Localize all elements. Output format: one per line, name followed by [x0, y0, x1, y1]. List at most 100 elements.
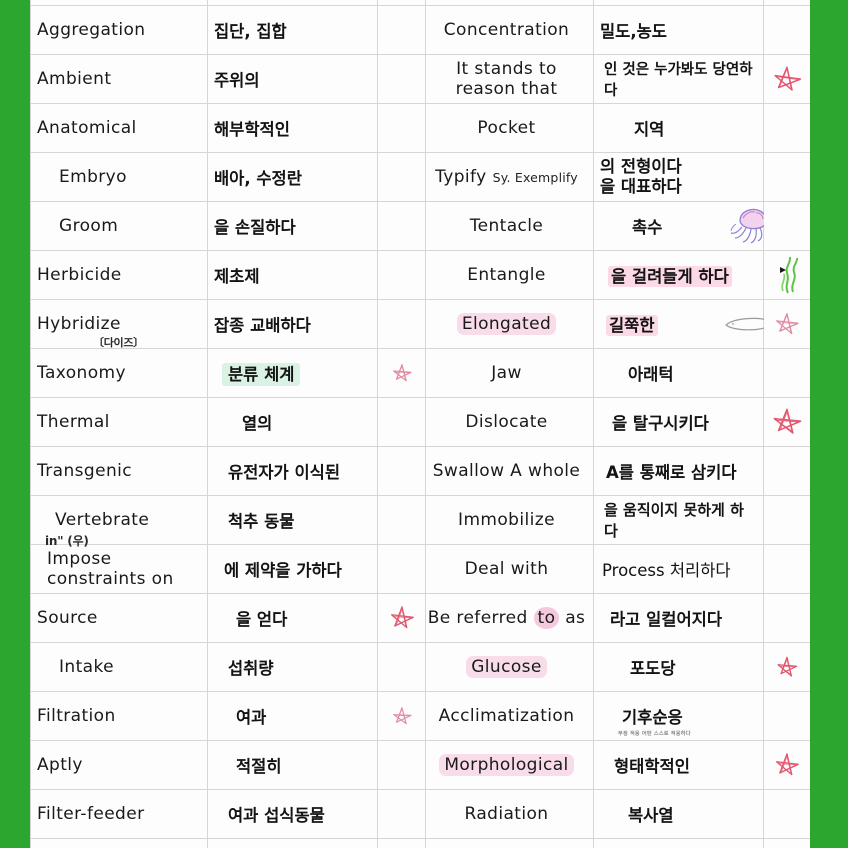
term-ko[interactable]: 을 움직이지 못하게 하다 — [593, 495, 764, 545]
star-cell[interactable] — [377, 642, 426, 692]
term-ko[interactable]: A를 통째로 삼키다 — [593, 446, 764, 496]
star-cell[interactable] — [763, 348, 810, 398]
star-cell[interactable] — [377, 152, 426, 202]
term-en[interactable]: Anatomical — [30, 103, 208, 153]
term-ko[interactable]: 제초제 — [207, 250, 378, 300]
term-en[interactable]: Pocket — [425, 103, 594, 153]
term-en-cell[interactable]: Morphological — [425, 740, 594, 790]
star-cell[interactable] — [377, 397, 426, 447]
star-cell[interactable] — [763, 5, 810, 55]
term-en-typify[interactable]: Typify Sy. Exemplify — [425, 152, 594, 202]
star-cell[interactable] — [763, 103, 810, 153]
term-ko[interactable]: 을 얻다 — [207, 593, 378, 643]
term-ko[interactable]: 인 것은 누가봐도 당연하다 — [593, 54, 764, 104]
term-en-cell[interactable]: Elongated — [425, 299, 594, 349]
term-en[interactable]: Groom — [30, 201, 208, 251]
term-en[interactable]: Tentacle — [425, 201, 594, 251]
term-ko[interactable]: 유전자가 이식된 — [207, 446, 378, 496]
term-en[interactable]: Aggregation — [30, 5, 208, 55]
star-cell[interactable] — [763, 397, 810, 447]
star-cell[interactable] — [763, 740, 810, 790]
term-ko[interactable]: 열의 — [207, 397, 378, 447]
term-ko[interactable]: 해부학적인 — [207, 103, 378, 153]
term-en[interactable]: Aptly — [30, 740, 208, 790]
star-cell[interactable] — [377, 789, 426, 839]
term-en[interactable]: Ambient — [30, 54, 208, 104]
star-cell[interactable] — [763, 299, 810, 349]
star-cell[interactable] — [763, 789, 810, 839]
term-en[interactable]: Acclimatization — [425, 691, 594, 741]
term-en-impose[interactable]: in" (우) Impose constraints on — [30, 534, 208, 594]
star-cell[interactable] — [377, 103, 426, 153]
term-ko[interactable]: 섭취량 — [207, 642, 378, 692]
star-cell[interactable] — [763, 201, 810, 251]
term-en[interactable]: Herbicide — [30, 250, 208, 300]
term-en[interactable]: Transgenic — [30, 446, 208, 496]
star-cell[interactable] — [763, 495, 810, 545]
star-cell[interactable] — [377, 299, 426, 349]
term-ko[interactable]: 주위의 — [207, 54, 378, 104]
star-cell[interactable] — [763, 54, 810, 104]
term-en[interactable]: Intake — [30, 642, 208, 692]
term-en[interactable]: Source — [30, 593, 208, 643]
term-en[interactable]: Dislocate — [425, 397, 594, 447]
term-ko[interactable]: 지역 — [593, 103, 764, 153]
term-ko[interactable]: 복사열 — [593, 789, 764, 839]
term-en[interactable]: Thermal — [30, 397, 208, 447]
term-en-cell[interactable]: Glucose — [425, 642, 594, 692]
star-cell[interactable] — [763, 691, 810, 741]
term-en[interactable]: Taxonomy — [30, 348, 208, 398]
term-ko[interactable]: 을 탈구시키다 — [593, 397, 764, 447]
star-cell[interactable] — [377, 250, 426, 300]
term-en[interactable]: Embryo — [30, 152, 208, 202]
term-ko-tentacle[interactable]: 촉수 — [593, 201, 767, 251]
term-en[interactable]: Immobilize — [425, 495, 594, 545]
term-en[interactable]: Swallow A whole — [425, 446, 594, 496]
star-cell[interactable] — [763, 446, 810, 496]
star-cell[interactable] — [377, 740, 426, 790]
star-cell[interactable] — [377, 54, 426, 104]
term-ko-cell[interactable]: 길쭉한 — [593, 299, 775, 349]
term-ko-accl[interactable]: 기후순응 부정 적응 어떤 스스로 적응하다 — [593, 691, 764, 741]
term-ko[interactable]: 라고 일컬어지다 — [593, 593, 764, 643]
star-cell[interactable] — [763, 152, 810, 202]
term-ko[interactable]: 을 손질하다 — [207, 201, 378, 251]
term-ko[interactable]: 아래턱 — [593, 348, 764, 398]
star-cell[interactable] — [377, 495, 426, 545]
term-en-cell[interactable]: Be referred to as — [425, 593, 594, 643]
term-ko[interactable]: 여과 — [207, 691, 378, 741]
term-ko-cell[interactable]: 분류 체계 — [207, 348, 378, 398]
term-ko-multiline[interactable]: 의 전형이다 을 대표하다 — [593, 152, 764, 202]
term-en[interactable]: It stands to reason that — [425, 54, 594, 104]
term-en[interactable]: Concentration — [425, 5, 594, 55]
star-cell[interactable] — [377, 691, 426, 741]
star-cell[interactable] — [377, 348, 426, 398]
term-ko[interactable]: 포도당 — [593, 642, 764, 692]
term-ko[interactable]: 적절히 — [207, 740, 378, 790]
term-en[interactable]: Jaw — [425, 348, 594, 398]
term-ko[interactable]: 배아, 수정란 — [207, 152, 378, 202]
star-cell[interactable] — [377, 446, 426, 496]
term-en[interactable]: Deal with — [425, 544, 594, 594]
term-ko[interactable]: 잡종 교배하다 — [207, 299, 378, 349]
term-ko[interactable]: Process 처리하다 — [593, 544, 764, 594]
term-en[interactable]: Filter-feeder — [30, 789, 208, 839]
term-ko[interactable]: 척추 동물 — [207, 495, 378, 545]
term-en-hybridize[interactable]: Hybridize 〔다이즈〕 — [30, 299, 208, 349]
term-ko[interactable]: 여과 섭식동물 — [207, 789, 378, 839]
term-ko[interactable]: 에 제약을 가하다 — [207, 544, 378, 594]
term-ko-cell[interactable]: 을 걸려들게 하다 — [593, 250, 764, 300]
term-ko[interactable]: 밀도,농도 — [593, 5, 764, 55]
term-en[interactable]: Filtration — [30, 691, 208, 741]
star-cell[interactable] — [763, 544, 810, 594]
term-ko[interactable]: 집단, 집합 — [207, 5, 378, 55]
star-cell[interactable] — [763, 642, 810, 692]
term-en[interactable]: Entangle — [425, 250, 594, 300]
star-cell[interactable] — [377, 5, 426, 55]
star-cell[interactable] — [763, 250, 810, 300]
term-ko[interactable]: 형태학적인 — [593, 740, 764, 790]
star-cell[interactable] — [763, 593, 810, 643]
star-cell[interactable] — [377, 201, 426, 251]
term-en[interactable]: Radiation — [425, 789, 594, 839]
star-cell[interactable] — [377, 593, 426, 643]
